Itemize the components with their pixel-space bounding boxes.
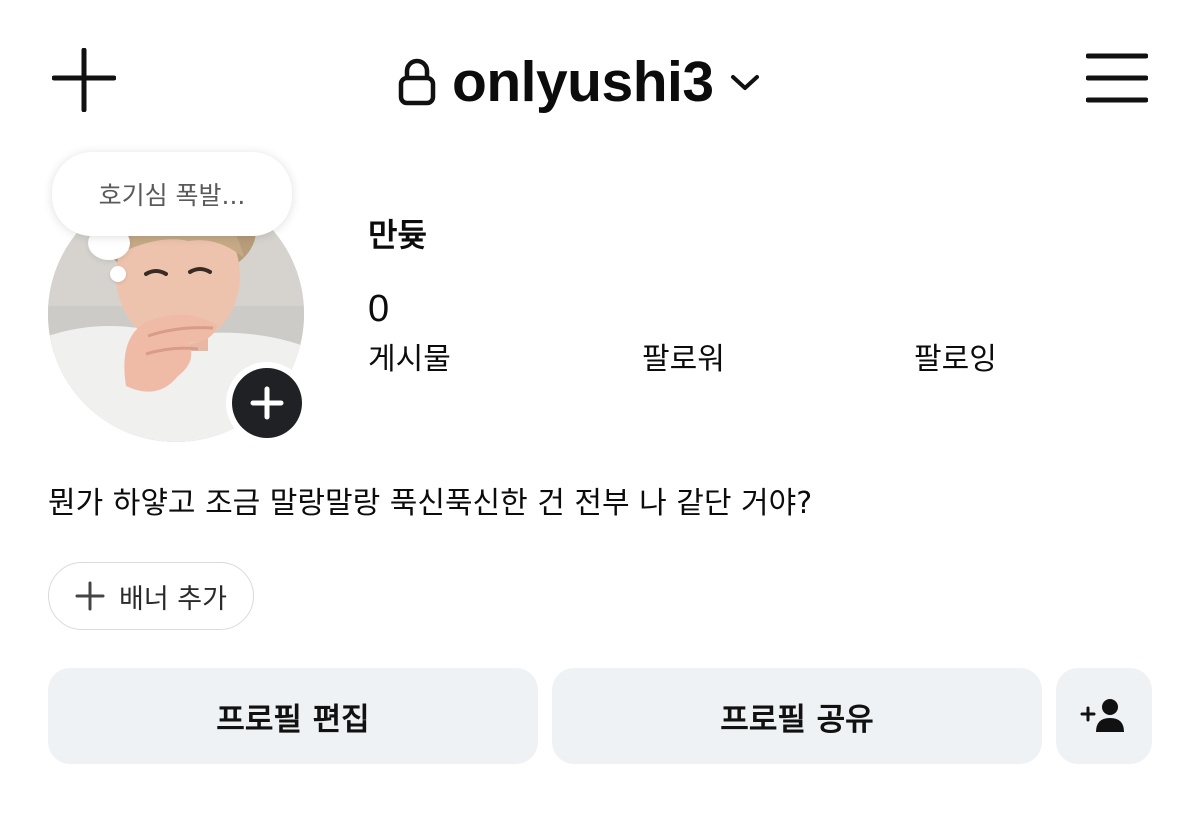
edit-profile-button[interactable]: 프로필 편집 (48, 668, 538, 764)
add-banner-button[interactable]: 배너 추가 (48, 562, 254, 630)
hamburger-menu-icon (1085, 53, 1149, 103)
add-story-badge (232, 368, 302, 438)
menu-button[interactable] (1085, 52, 1149, 104)
discover-people-button[interactable] (1056, 668, 1152, 764)
plus-icon (250, 386, 284, 420)
add-story-button[interactable] (226, 362, 308, 444)
posts-label[interactable]: 게시물 (368, 334, 451, 378)
bio-text: 뭔가 하얗고 조금 말랑말랑 푹신푹신한 건 전부 나 같단 거야? (48, 486, 813, 521)
new-post-button[interactable] (51, 47, 117, 113)
share-profile-label: 프로필 공유 (720, 701, 874, 738)
edit-profile-label: 프로필 편집 (216, 701, 370, 738)
plus-icon (51, 47, 117, 113)
share-profile-button[interactable]: 프로필 공유 (552, 668, 1042, 764)
followers-label[interactable]: 팔로워 (642, 334, 725, 378)
account-switcher[interactable]: onlyushi3 (398, 46, 760, 118)
username: onlyushi3 (452, 49, 714, 114)
display-name: 만듖 (368, 216, 427, 254)
lock-icon (398, 58, 436, 106)
chevron-down-icon (730, 72, 760, 92)
posts-count[interactable]: 0 (368, 288, 389, 331)
plus-icon (75, 581, 105, 611)
note-text: 호기심 폭발... (98, 181, 246, 210)
following-label[interactable]: 팔로잉 (914, 334, 997, 378)
add-person-icon (1080, 699, 1124, 732)
note-bubble[interactable]: 호기심 폭발... (52, 152, 292, 236)
note-bubble-dot (110, 266, 126, 282)
add-banner-label: 배너 추가 (119, 583, 227, 615)
